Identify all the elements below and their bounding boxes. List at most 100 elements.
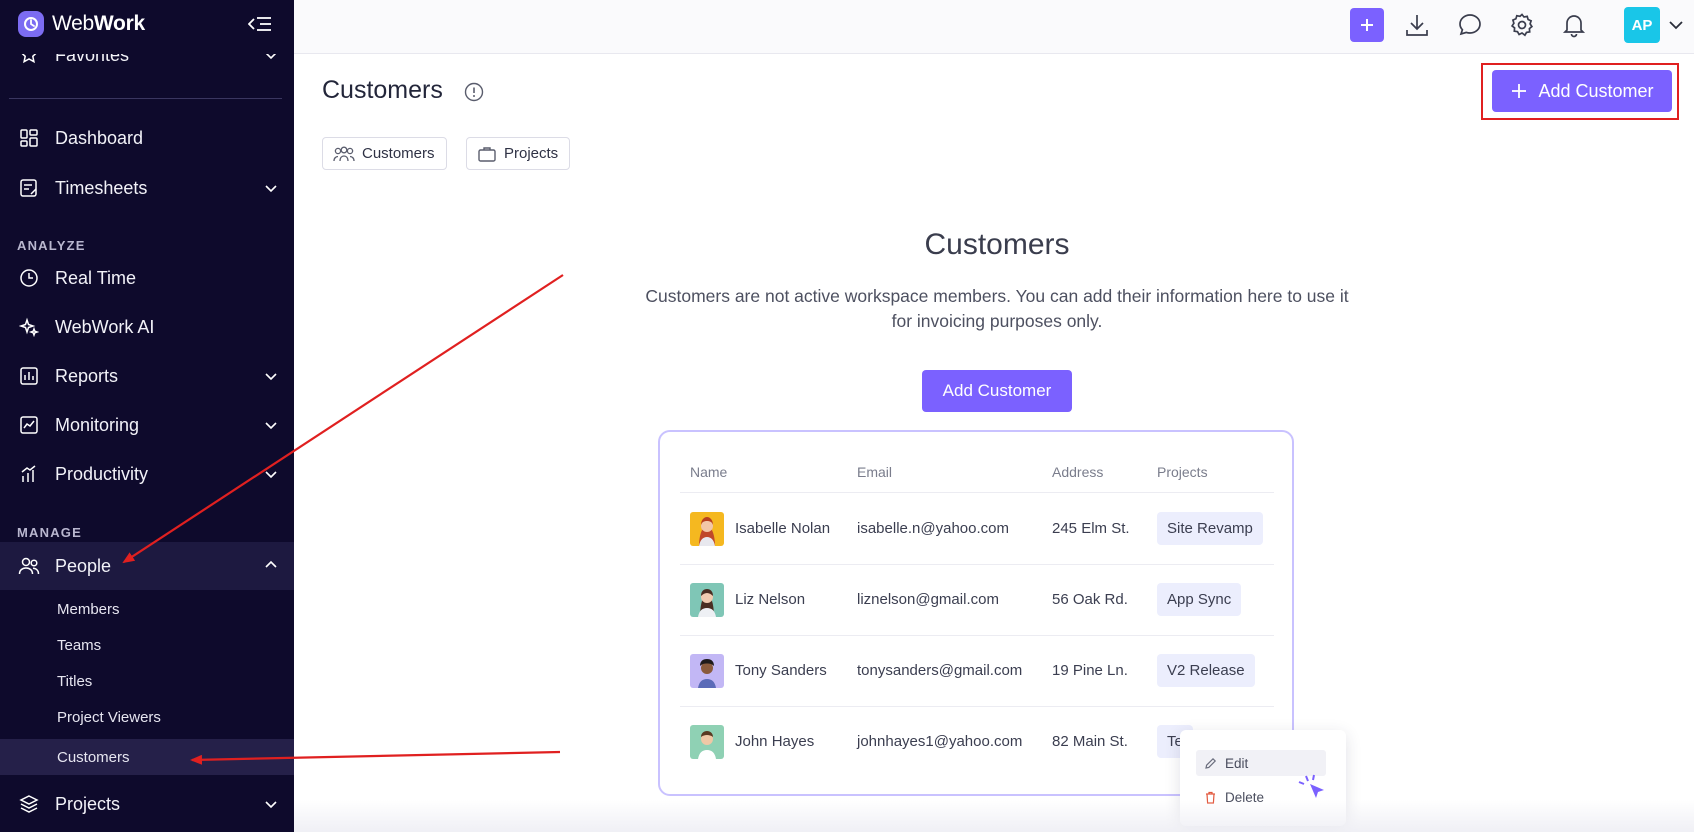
people-group-icon — [333, 146, 355, 161]
sidebar-item-productivity[interactable]: Productivity — [0, 451, 294, 497]
briefcase-icon — [478, 146, 496, 162]
brand-name: WebWork — [52, 12, 145, 36]
customer-address: 56 Oak Rd. — [1052, 591, 1128, 608]
reports-icon — [18, 365, 40, 387]
customer-name: Liz Nelson — [735, 591, 806, 608]
empty-state-description: Customers are not active workspace membe… — [645, 286, 1349, 331]
sidebar-item-reports[interactable]: Reports — [0, 353, 294, 399]
sidebar-item-monitoring[interactable]: Monitoring — [0, 402, 294, 448]
collapse-sidebar-icon[interactable] — [246, 12, 274, 36]
avatar — [690, 512, 724, 546]
chevron-down-icon — [265, 801, 277, 809]
brand-name-part2: Work — [93, 12, 145, 35]
tab-projects[interactable]: Projects — [466, 137, 571, 170]
table-row: Tony Sanders tonysanders@gmail.com 19 Pi… — [660, 636, 1292, 706]
section-label-manage: MANAGE — [17, 525, 82, 540]
sidebar-item-label: Projects — [55, 793, 121, 814]
pencil-icon — [1205, 757, 1217, 769]
avatar — [690, 654, 724, 688]
column-header-email: Email — [857, 464, 893, 480]
row-divider — [680, 492, 1274, 493]
customer-email: isabelle.n@yahoo.com — [857, 520, 1009, 537]
chevron-down-icon — [265, 54, 277, 60]
gear-icon[interactable] — [1507, 10, 1537, 40]
context-menu-label: Edit — [1225, 755, 1249, 771]
sidebar-item-label: Productivity — [55, 463, 149, 484]
customer-name: John Hayes — [735, 733, 815, 750]
column-header-projects: Projects — [1157, 464, 1208, 480]
sidebar-subitem-label: Members — [57, 600, 120, 618]
chevron-down-icon — [265, 422, 277, 430]
trash-icon — [1206, 791, 1215, 804]
sidebar-item-label: WebWork AI — [55, 316, 155, 337]
chevron-down-icon — [265, 373, 277, 381]
chevron-down-icon — [265, 185, 277, 193]
webwork-logo-icon — [18, 11, 44, 37]
sidebar-subitem-label: Titles — [57, 672, 93, 690]
sidebar-item-label: Real Time — [55, 267, 137, 288]
section-label-analyze: ANALYZE — [17, 238, 86, 253]
sidebar: WebWork Favorites Dashboard Timesheets A… — [0, 0, 294, 832]
sidebar-subitem-customers[interactable]: Customers — [0, 739, 294, 775]
dashboard-icon — [18, 127, 40, 149]
project-badge: App Sync — [1157, 583, 1242, 616]
sidebar-subitem-teams[interactable]: Teams — [0, 627, 294, 663]
column-header-address: Address — [1052, 464, 1104, 480]
customer-address: 19 Pine Ln. — [1052, 662, 1128, 679]
customer-name: Isabelle Nolan — [735, 520, 831, 537]
project-badge: Site Revamp — [1157, 512, 1263, 545]
brand-logo[interactable]: WebWork — [18, 8, 145, 40]
sidebar-subitem-label: Project Viewers — [57, 708, 161, 726]
chevron-up-icon — [265, 560, 277, 568]
chevron-down-icon — [265, 471, 277, 479]
sidebar-item-label: Dashboard — [55, 127, 144, 148]
page-title: Customers — [322, 76, 443, 104]
clock-icon — [18, 267, 40, 289]
table-row: Isabelle Nolan isabelle.n@yahoo.com 245 … — [660, 494, 1292, 564]
timesheet-icon — [18, 177, 40, 199]
sidebar-item-people[interactable]: People — [0, 542, 294, 590]
customer-email: johnhayes1@yahoo.com — [857, 733, 1023, 750]
add-customer-button[interactable]: Add Customer — [1492, 70, 1672, 112]
quick-add-button[interactable] — [1350, 8, 1384, 42]
plus-icon — [1361, 19, 1373, 31]
context-menu-label: Delete — [1225, 789, 1265, 805]
sidebar-subitem-label: Teams — [57, 636, 102, 654]
top-bar: AP — [294, 0, 1694, 54]
user-avatar[interactable]: AP — [1624, 7, 1660, 43]
project-badge: V2 Release — [1157, 654, 1255, 687]
sidebar-item-webwork-ai[interactable]: WebWork AI — [0, 304, 294, 350]
bottom-fade — [294, 800, 1694, 832]
chevron-down-icon[interactable] — [1668, 17, 1684, 33]
tab-customers[interactable]: Customers — [322, 137, 447, 170]
sidebar-subitem-titles[interactable]: Titles — [0, 663, 294, 699]
button-label: Add Customer — [942, 381, 1052, 400]
row-context-menu: Edit Delete — [1180, 730, 1346, 826]
info-icon[interactable] — [464, 82, 484, 102]
avatar-initials: AP — [1631, 16, 1653, 34]
sidebar-item-label: Favorites — [55, 44, 130, 65]
tab-label: Projects — [504, 145, 559, 162]
chat-icon[interactable] — [1455, 10, 1485, 40]
sidebar-item-label: Reports — [55, 365, 119, 386]
customer-email: tonysanders@gmail.com — [857, 662, 1023, 679]
sidebar-item-timesheets[interactable]: Timesheets — [0, 165, 294, 211]
sidebar-item-real-time[interactable]: Real Time — [0, 255, 294, 301]
sidebar-divider — [9, 98, 282, 99]
productivity-icon — [18, 463, 40, 485]
brand-name-part1: Web — [52, 12, 94, 35]
sidebar-subitem-project-viewers[interactable]: Project Viewers — [0, 699, 294, 735]
sidebar-item-projects[interactable]: Projects — [0, 781, 294, 827]
sidebar-item-label: Monitoring — [55, 414, 140, 435]
star-icon — [18, 54, 40, 66]
monitoring-icon — [18, 414, 40, 436]
download-icon[interactable] — [1402, 10, 1432, 40]
sidebar-item-label: Timesheets — [55, 177, 148, 198]
empty-add-customer-button[interactable]: Add Customer — [922, 370, 1072, 412]
sidebar-subitem-members[interactable]: Members — [0, 591, 294, 627]
sidebar-subitem-label: Customers — [57, 748, 130, 766]
bell-icon[interactable] — [1559, 10, 1589, 40]
sidebar-item-dashboard[interactable]: Dashboard — [0, 115, 294, 161]
column-header-name: Name — [690, 464, 728, 480]
add-customer-label: Add Customer — [1538, 80, 1654, 101]
